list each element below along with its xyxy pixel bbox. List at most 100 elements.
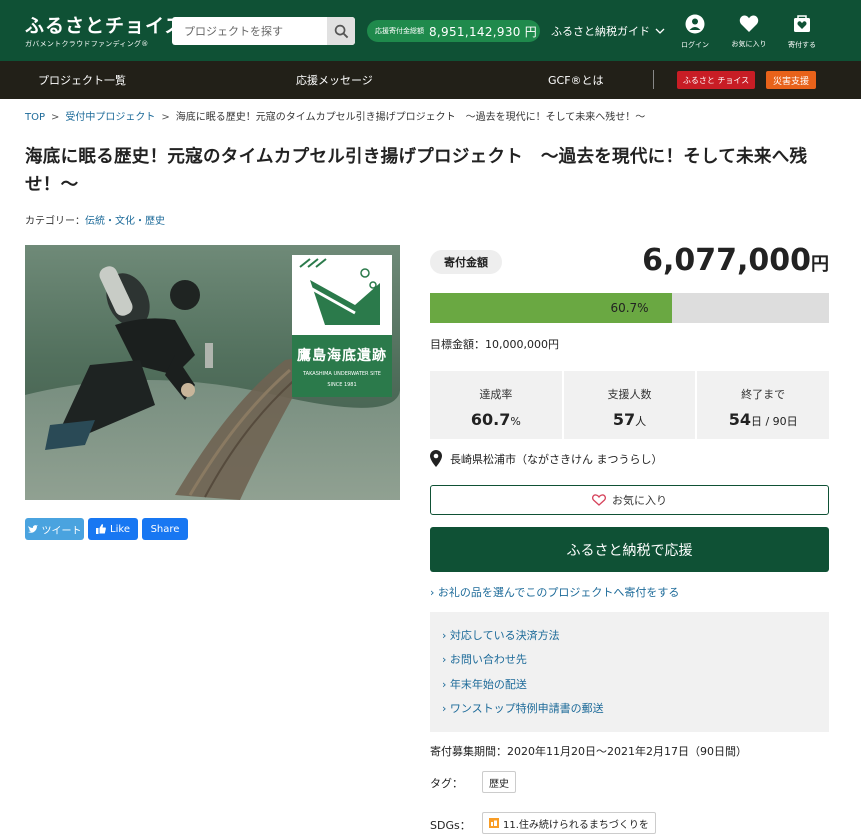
stat-achievement: 達成率 60.7% bbox=[430, 371, 562, 439]
site-header: ふるさとチョイス ガバメントクラウドファンディング® 応援寄付金総額 8,951… bbox=[0, 0, 861, 61]
donation-amount-value: 6,077,000 bbox=[642, 243, 811, 278]
search-button[interactable] bbox=[327, 17, 355, 45]
site-logo-text: 鷹島海底遺跡 bbox=[297, 348, 387, 364]
stat-label: 終了まで bbox=[741, 388, 786, 401]
tag-history[interactable]: 歴史 bbox=[482, 771, 516, 793]
site-logo-since: SINCE 1981 bbox=[327, 382, 357, 388]
donate-header-button[interactable]: 寄付する bbox=[782, 14, 822, 50]
search-box bbox=[172, 17, 355, 45]
donation-amount-label: 寄付金額 bbox=[430, 250, 502, 274]
heart-outline-icon bbox=[592, 494, 606, 506]
category-line: カテゴリー：伝統・文化・歴史 bbox=[25, 212, 165, 227]
stat-unit: 日 / 90日 bbox=[750, 415, 798, 428]
location-text: 長崎県松浦市（ながさきけん まつうらし） bbox=[450, 452, 663, 466]
payment-methods-label: 対応している決済方法 bbox=[449, 629, 560, 642]
tags-label: タグ： bbox=[430, 777, 463, 790]
one-stop-mail-label: ワンストップ特例申請書の郵送 bbox=[449, 702, 604, 715]
facebook-like-button[interactable]: Like bbox=[88, 518, 138, 540]
category-link[interactable]: 伝統・文化・歴史 bbox=[85, 216, 165, 227]
breadcrumb: TOP > 受付中プロジェクト > 海底に眠る歴史！元寇のタイムカプセル引き揚げプロジェ… bbox=[25, 108, 645, 123]
login-button[interactable]: ログイン bbox=[675, 14, 715, 50]
stat-value: 57人 bbox=[564, 410, 696, 429]
site-logo-subtext: TAKASHIMA UNDERWATER SITE bbox=[303, 371, 381, 377]
tweet-label: ツイート bbox=[41, 525, 82, 537]
donate-header-label: 寄付する bbox=[788, 41, 816, 49]
stat-label: 達成率 bbox=[479, 388, 513, 401]
info-links-box: › 対応している決済方法 › お問い合わせ先 › 年末年始の配送 › ワンストッ… bbox=[430, 612, 829, 732]
furusato-donate-button[interactable]: ふるさと納税で応援 bbox=[430, 527, 829, 572]
nav-messages[interactable]: 応援メッセージ bbox=[296, 72, 373, 88]
furusato-guide-link[interactable]: ふるさと納税ガイド bbox=[551, 23, 665, 39]
stat-remaining: 終了まで 54日 / 90日 bbox=[697, 371, 830, 439]
chevron-down-icon bbox=[655, 28, 665, 34]
reward-donate-label: お礼の品を選んでこのプロジェクトへ寄付をする bbox=[437, 586, 680, 599]
donation-amount-unit: 円 bbox=[811, 254, 829, 275]
total-donations-value: 8,951,142,930 円 bbox=[429, 24, 538, 39]
sdg-11-label: 11.住み続けられるまちづくりを bbox=[503, 819, 649, 831]
tweet-button[interactable]: ツイート bbox=[25, 518, 84, 540]
chevron-right-icon: › bbox=[442, 702, 450, 715]
progress-text: 60.7% bbox=[610, 301, 649, 315]
facebook-share-button[interactable]: Share bbox=[142, 518, 188, 540]
favorites-label: お気に入り bbox=[731, 40, 767, 48]
stat-number: 54 bbox=[728, 410, 751, 429]
disaster-support-badge[interactable]: 災害支援 bbox=[766, 71, 816, 89]
total-donations-label: 応援寄付金総額 bbox=[375, 27, 424, 35]
like-label: Like bbox=[110, 523, 130, 535]
chevron-right-icon: › bbox=[442, 629, 450, 642]
breadcrumb-accepting[interactable]: 受付中プロジェクト bbox=[65, 112, 155, 123]
nav-about-gcf[interactable]: GCF®とは bbox=[548, 72, 604, 88]
donate-box-icon bbox=[794, 15, 810, 32]
add-favorite-button[interactable]: お気に入り bbox=[430, 485, 829, 515]
breadcrumb-separator: > bbox=[161, 112, 170, 123]
breadcrumb-current: 海底に眠る歴史！元寇のタイムカプセル引き揚げプロジェクト ～過去を現代に！そして… bbox=[175, 112, 646, 123]
favorite-label: お気に入り bbox=[612, 494, 667, 507]
nav-divider bbox=[653, 70, 654, 89]
page-title: 海底に眠る歴史！元寇のタイムカプセル引き揚げプロジェクト ～過去を現代に！そして… bbox=[25, 147, 808, 195]
guide-label: ふるさと納税ガイド bbox=[551, 25, 650, 38]
chevron-right-icon: › bbox=[430, 586, 438, 599]
year-end-delivery-link[interactable]: › 年末年始の配送 bbox=[442, 676, 527, 692]
year-end-delivery-label: 年末年始の配送 bbox=[449, 678, 527, 691]
search-icon bbox=[334, 24, 348, 38]
stat-value: 60.7% bbox=[430, 410, 562, 429]
donation-amount: 6,077,000円 bbox=[642, 243, 829, 278]
progress-bar: 60.7% bbox=[430, 293, 829, 323]
user-icon bbox=[685, 14, 705, 34]
sdg-11-icon bbox=[489, 818, 499, 828]
stat-unit: 人 bbox=[635, 415, 647, 428]
contact-label: お問い合わせ先 bbox=[449, 653, 527, 666]
furusato-choice-badge[interactable]: ふるさと チョイス bbox=[677, 71, 755, 89]
share-label: Share bbox=[150, 523, 180, 535]
favorites-button[interactable]: お気に入り bbox=[729, 14, 769, 49]
category-label: カテゴリー： bbox=[25, 216, 85, 227]
one-stop-mail-link[interactable]: › ワンストップ特例申請書の郵送 bbox=[442, 700, 604, 716]
sdgs-label: SDGs： bbox=[430, 819, 471, 832]
payment-methods-link[interactable]: › 対応している決済方法 bbox=[442, 627, 560, 643]
breadcrumb-top[interactable]: TOP bbox=[25, 112, 45, 123]
chevron-right-icon: › bbox=[442, 678, 450, 691]
twitter-icon bbox=[27, 524, 38, 533]
map-pin-icon bbox=[430, 450, 442, 467]
total-donations-badge: 応援寄付金総額 8,951,142,930 円 bbox=[367, 20, 540, 42]
stat-unit: % bbox=[510, 415, 521, 428]
sdg-11-tag[interactable]: 11.住み続けられるまちづくりを bbox=[482, 812, 656, 834]
logo-main-text: ふるさとチョイス bbox=[25, 15, 185, 37]
contact-link[interactable]: › お問い合わせ先 bbox=[442, 651, 527, 667]
search-input[interactable] bbox=[172, 17, 326, 45]
logo-sub-text: ガバメントクラウドファンディング® bbox=[25, 40, 149, 48]
stat-supporters: 支援人数 57人 bbox=[563, 371, 696, 439]
donation-period: 寄付募集期間：2020年11月20日～2021年2月17日（90日間） bbox=[430, 745, 747, 758]
nav-project-list[interactable]: プロジェクト一覧 bbox=[38, 72, 126, 88]
target-amount: 目標金額：10,000,000円 bbox=[430, 338, 559, 351]
stat-label: 支援人数 bbox=[607, 388, 652, 401]
stat-number: 60.7 bbox=[470, 410, 511, 429]
stat-number: 57 bbox=[612, 410, 636, 429]
breadcrumb-separator: > bbox=[51, 112, 60, 123]
heart-icon bbox=[739, 15, 759, 32]
stats-panel: 達成率 60.7% 支援人数 57人 終了まで 54日 / 90日 bbox=[430, 371, 830, 439]
reward-donate-link[interactable]: › お礼の品を選んでこのプロジェクトへ寄付をする bbox=[430, 584, 679, 600]
site-logo[interactable]: ふるさとチョイス ガバメントクラウドファンディング® bbox=[25, 11, 184, 49]
project-hero-image: 鷹島海底遺跡 TAKASHIMA UNDERWATER SITE SINCE 1… bbox=[25, 245, 400, 500]
thumbs-up-icon bbox=[96, 524, 106, 534]
